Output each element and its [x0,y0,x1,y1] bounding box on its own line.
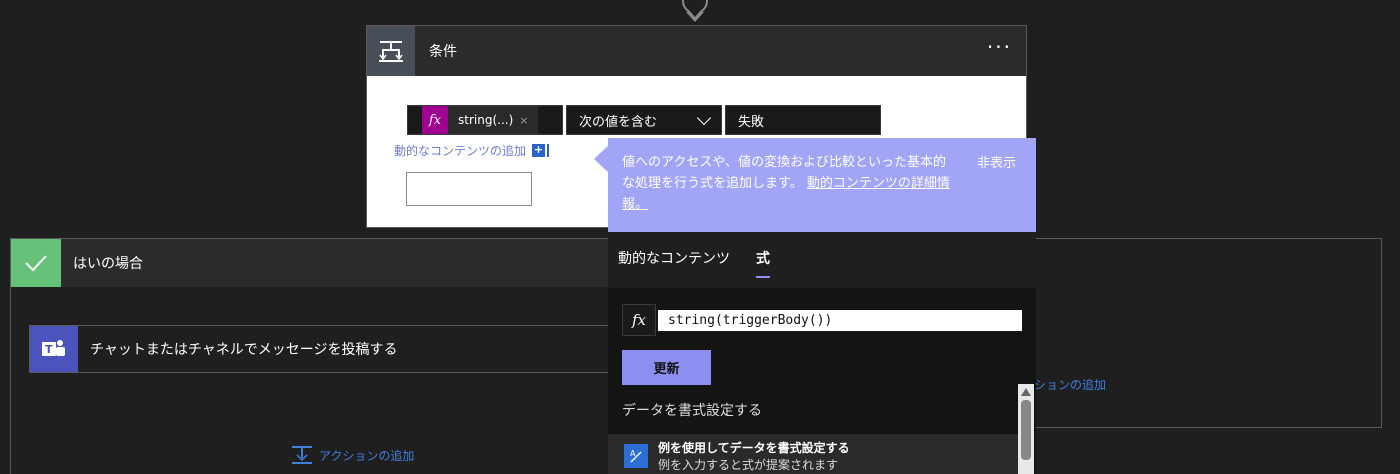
scroll-up-icon[interactable] [1021,388,1031,396]
popup-pointer [594,145,609,173]
condition-header[interactable]: 条件 ··· [367,26,1026,76]
add-action-icon [292,446,312,464]
add-dynamic-content-link[interactable]: 動的なコンテンツの追加 + [394,142,550,159]
format-with-example-item[interactable]: A 例を使用してデータを書式設定する 例を入力すると式が提案されます [608,434,1018,474]
format-data-icon: A [624,444,648,468]
condition-extra-input[interactable] [406,172,532,206]
add-action-button-yes[interactable]: アクションの追加 [291,445,414,465]
format-section-title: データを書式設定する [622,403,762,419]
plus-icon: + [532,143,546,157]
teams-icon: T [30,326,78,372]
condition-left-operand[interactable]: fx string(...) × [407,105,563,135]
format-item-subtitle: 例を入力すると式が提案されます [658,458,839,472]
operator-label: 次の値を含む [579,114,658,130]
add-dynamic-content-label: 動的なコンテンツの追加 [394,144,527,158]
chevron-down-icon [696,110,712,126]
popup-scrollbar[interactable] [1018,384,1034,474]
popup-info-text: 値へのアクセスや、値の変換および比較といった基本的な処理を行う式を追加します。 … [622,152,952,215]
fx-icon: fx [422,106,448,134]
value-text: 失敗 [738,114,765,130]
token-remove-icon[interactable]: × [519,114,528,127]
popup-tabs: 動的なコンテンツ 式 [608,232,1036,288]
dynamic-content-popup: 値へのアクセスや、値の変換および比較といった基本的な処理を行う式を追加します。 … [608,138,1036,474]
plus-icon-bar [547,144,550,157]
yes-branch: はいの場合 T チャットまたはチャネルでメッセージを投稿する アクションの追加 [10,238,629,474]
no-branch [1034,238,1382,428]
condition-icon [367,26,415,76]
expression-panel: fx string(triggerBody()) 更新 データを書式設定する A… [608,288,1036,474]
expression-token[interactable]: fx string(...) × [422,106,538,134]
hide-button[interactable]: 非表示 [977,152,1016,171]
scroll-thumb[interactable] [1021,400,1031,460]
format-item-text: 例を使用してデータを書式設定する 例を入力すると式が提案されます [658,439,850,473]
svg-text:T: T [45,343,53,356]
format-item-title: 例を使用してデータを書式設定する [658,441,850,455]
check-icon [11,239,61,287]
add-action-label-yes: アクションの追加 [319,448,415,463]
add-action-button-no[interactable]: ションの追加 [1034,376,1106,393]
teams-action-title: チャットまたはチャネルでメッセージを投稿する [90,342,398,358]
svg-text:A: A [630,449,636,458]
connector-arrow-icon [686,10,704,22]
condition-title: 条件 [429,44,457,60]
popup-info-banner: 値へのアクセスや、値の変換および比較といった基本的な処理を行う式を追加します。 … [608,138,1036,232]
condition-right-operand[interactable]: 失敗 [725,105,881,135]
yes-branch-title: はいの場合 [73,256,143,272]
fx-icon: fx [622,304,656,336]
yes-branch-header[interactable]: はいの場合 [11,239,610,287]
token-label: string(...) [458,113,514,127]
teams-action-card[interactable]: T チャットまたはチャネルでメッセージを投稿する [29,325,629,373]
expression-row: fx string(triggerBody()) [622,304,1022,336]
operator-dropdown[interactable]: 次の値を含む [566,105,722,135]
update-button[interactable]: 更新 [622,350,711,385]
tab-expression[interactable]: 式 [756,248,770,278]
tab-dynamic-content[interactable]: 動的なコンテンツ [618,248,730,278]
expression-input[interactable]: string(triggerBody()) [658,309,1022,331]
more-options-icon[interactable]: ··· [987,37,1012,57]
